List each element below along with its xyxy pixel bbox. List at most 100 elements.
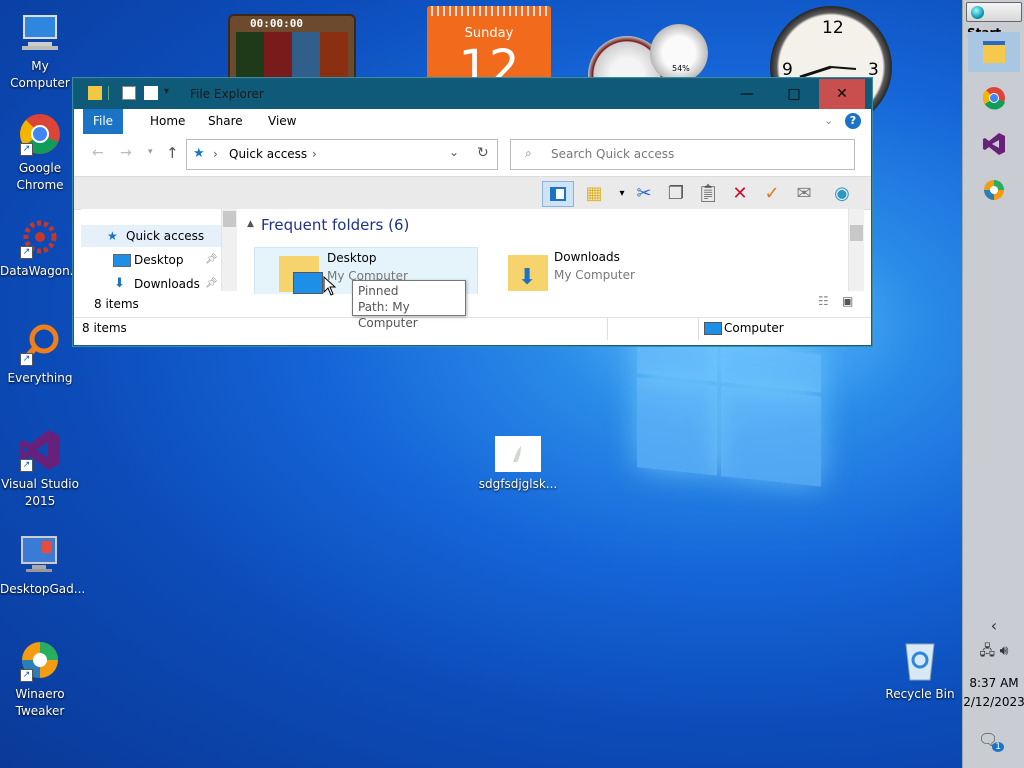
rename-check-icon[interactable]: ✓ xyxy=(760,181,784,205)
taskbar: Start ‹ 🖧︎ 🔊︎ 8:37 AM 2/12/2023 🗨︎1 xyxy=(962,0,1024,768)
show-hidden-icons-chevron-icon[interactable]: ‹ xyxy=(963,616,1024,635)
download-arrow-icon: ⬇ xyxy=(518,265,537,290)
nav-label: Desktop xyxy=(134,253,184,267)
content-scrollbar[interactable] xyxy=(848,209,864,291)
delete-icon[interactable]: ✕ xyxy=(728,181,752,205)
file-thumbnail-icon xyxy=(495,436,541,472)
memory-dial-icon xyxy=(650,24,708,82)
email-icon[interactable]: ✉ xyxy=(792,181,816,205)
star-icon: ★ xyxy=(107,229,118,243)
nav-item-desktop[interactable]: Desktop 📌︎ xyxy=(81,249,221,271)
status-location: Computer xyxy=(724,321,784,335)
preview-pane-icon[interactable] xyxy=(542,181,574,207)
taskbar-item-winaero[interactable] xyxy=(968,170,1020,210)
status-bar: 8 items Computer xyxy=(74,317,871,340)
desktop-icon-google-chrome[interactable]: ↗ Google Chrome xyxy=(0,112,80,194)
breadcrumb-quick-access[interactable]: Quick access xyxy=(229,147,307,161)
timer-display: 00:00:00 xyxy=(250,17,303,30)
network-volume-icon[interactable]: 🖧︎ 🔊︎ xyxy=(963,640,1024,664)
chevron-down-icon[interactable]: ▾ xyxy=(164,86,178,100)
select-folder-icon[interactable]: ▦ xyxy=(582,181,606,205)
properties-icon[interactable] xyxy=(122,86,136,100)
mouse-cursor-icon xyxy=(323,276,337,296)
address-bar[interactable]: ★ › Quick access › ⌄ ↻ xyxy=(186,139,498,170)
expand-ribbon-icon[interactable]: ⌄ xyxy=(824,114,833,127)
forward-icon[interactable]: → xyxy=(120,145,132,161)
maximize-button[interactable]: □ xyxy=(771,79,817,109)
meter-percent: 54% xyxy=(672,64,690,73)
help-icon[interactable]: ? xyxy=(845,113,861,129)
clock-time[interactable]: 8:37 AM xyxy=(963,676,1024,690)
new-folder-icon[interactable] xyxy=(144,86,158,100)
meter-gadget[interactable]: 54% xyxy=(588,24,710,114)
chevron-down-icon[interactable]: ▾ xyxy=(610,181,634,205)
desktop-icon-winaero-tweaker[interactable]: ↗ Winaero Tweaker xyxy=(0,638,80,720)
nav-label: Downloads xyxy=(134,277,200,291)
timer-gadget[interactable]: 00:00:00 xyxy=(228,14,356,86)
nav-item-downloads[interactable]: ⬇ Downloads 📌︎ xyxy=(81,273,221,295)
winaero-icon xyxy=(984,180,1004,200)
winaero-icon: ↗ xyxy=(18,638,62,682)
icon-label: Everything xyxy=(7,371,73,385)
desktop-icon-everything[interactable]: ↗ Everything xyxy=(0,322,80,387)
copy-icon[interactable]: ❐ xyxy=(664,181,688,205)
tab-share[interactable]: Share xyxy=(194,109,257,134)
tab-file[interactable]: File xyxy=(83,109,123,134)
icon-label: Recycle Bin xyxy=(885,687,955,701)
refresh-icon[interactable]: ↻ xyxy=(477,145,489,161)
desktop-icon-visual-studio[interactable]: ↗ Visual Studio 2015 xyxy=(0,428,80,510)
section-header[interactable]: Frequent folders (6) xyxy=(261,216,409,234)
collapse-icon[interactable]: ▲ xyxy=(247,219,254,229)
tab-home[interactable]: Home xyxy=(136,109,199,134)
title-bar[interactable]: ▾ File Explorer — □ ✕ xyxy=(74,79,871,109)
taskbar-item-file-explorer[interactable] xyxy=(968,32,1020,72)
navigation-row: ← → ▾ ↑ ★ › Quick access › ⌄ ↻ ⌕ Search … xyxy=(74,134,871,176)
tab-view[interactable]: View xyxy=(254,109,310,134)
folder-tile[interactable]: ⬇ Downloads My Computer xyxy=(482,247,704,294)
icon-label: DataWagon... xyxy=(0,264,82,278)
nav-item-quick-access[interactable]: ★ Quick access xyxy=(81,225,221,247)
cut-icon[interactable]: ✂ xyxy=(632,181,656,205)
breadcrumb-separator: › xyxy=(312,147,317,161)
shortcut-arrow-icon: ↗ xyxy=(20,353,33,366)
recycle-bin-icon xyxy=(898,638,942,682)
window-title: File Explorer xyxy=(190,87,264,101)
search-input[interactable]: ⌕ Search Quick access xyxy=(510,139,855,170)
desktop-icon-datawagon[interactable]: ↗ DataWagon... xyxy=(0,215,82,280)
start-button[interactable]: Start xyxy=(966,2,1022,40)
close-button[interactable]: ✕ xyxy=(819,79,865,109)
chrome-icon xyxy=(982,87,1005,110)
desktop-icon-desktopgadgets[interactable]: DesktopGad... xyxy=(0,533,85,598)
desktop-folder-icon xyxy=(113,254,131,267)
calendar-gadget[interactable]: Sunday 12 xyxy=(427,6,551,80)
file-explorer-window[interactable]: ▾ File Explorer — □ ✕ File Home Share Vi… xyxy=(73,78,872,346)
details-view-icon[interactable]: ☷ xyxy=(818,294,829,308)
large-icons-view-icon[interactable]: ▣ xyxy=(842,294,853,308)
desktop-icon-my-computer[interactable]: My Computer xyxy=(0,10,80,92)
recent-locations-icon[interactable]: ▾ xyxy=(148,147,153,157)
minimize-button[interactable]: — xyxy=(724,79,770,109)
shortcut-arrow-icon: ↗ xyxy=(20,459,33,472)
download-arrow-icon: ⬇ xyxy=(114,276,125,291)
chrome-icon: ↗ xyxy=(18,112,62,156)
icon-label: Winaero Tweaker xyxy=(15,687,65,718)
up-icon[interactable]: ↑ xyxy=(166,144,179,162)
taskbar-item-visual-studio[interactable] xyxy=(968,124,1020,164)
back-icon[interactable]: ← xyxy=(92,145,104,161)
desktop-icon-file[interactable]: sdgfsdjglsk... xyxy=(478,436,558,493)
address-dropdown-icon[interactable]: ⌄ xyxy=(449,145,459,159)
paste-icon[interactable]: 📋︎ xyxy=(696,181,720,205)
clock-date[interactable]: 2/12/2023 xyxy=(963,695,1024,709)
desktop-gadgets-icon xyxy=(18,533,62,577)
shell-icon[interactable]: ◉ xyxy=(830,181,854,205)
shortcut-arrow-icon: ↗ xyxy=(20,246,33,259)
navigation-pane[interactable]: ★ Quick access Desktop 📌︎ ⬇ Downloads 📌︎ xyxy=(81,209,237,295)
status-divider xyxy=(607,318,608,340)
icon-label: Google Chrome xyxy=(16,161,64,192)
folder-name: Desktop xyxy=(327,251,377,265)
nav-scrollbar[interactable] xyxy=(221,209,237,291)
desktop-icon-recycle-bin[interactable]: Recycle Bin xyxy=(880,638,960,703)
breadcrumb-separator: › xyxy=(213,147,218,161)
taskbar-item-chrome[interactable] xyxy=(968,78,1020,118)
notification-center-icon[interactable]: 🗨︎1 xyxy=(963,730,1024,752)
